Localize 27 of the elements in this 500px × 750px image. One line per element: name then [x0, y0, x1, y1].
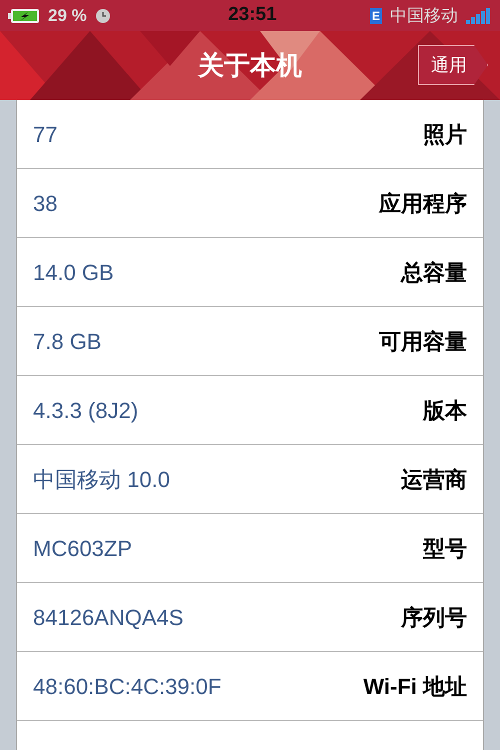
- signal-icon: [466, 8, 492, 24]
- status-time: 23:51: [227, 3, 278, 28]
- clock-icon: [94, 8, 111, 24]
- row-label: 序列号: [401, 604, 467, 632]
- row-label: 版本: [423, 396, 467, 424]
- carrier-name: 中国移动: [390, 4, 458, 27]
- row-label: 照片: [423, 120, 467, 148]
- row-value: 中国移动 10.0: [33, 466, 170, 494]
- row-value: 7.8 GB: [33, 328, 102, 356]
- network-type: E: [370, 8, 382, 24]
- row-value: 84126ANQA4S: [33, 604, 184, 632]
- row-value: 48:60:BC:4C:39:0F: [33, 672, 222, 700]
- battery-icon: [8, 8, 40, 24]
- page-title: 关于本机: [198, 49, 302, 82]
- row-value: 4.3.3 (8J2): [33, 396, 138, 424]
- row-label: 总容量: [401, 258, 467, 286]
- battery-percent: 29 %: [48, 4, 87, 27]
- row-label: Wi-Fi 地址: [363, 672, 467, 700]
- row-value: 14.0 GB: [33, 258, 114, 286]
- row-label: 可用容量: [379, 328, 467, 356]
- row-value: 38: [33, 190, 58, 218]
- row-label: 运营商: [401, 466, 467, 494]
- row-label: 应用程序: [379, 190, 467, 218]
- back-button[interactable]: 通用: [418, 45, 488, 85]
- row-value: 77: [33, 120, 58, 148]
- row-value: MC603ZP: [33, 534, 132, 562]
- row-label: 型号: [423, 534, 467, 562]
